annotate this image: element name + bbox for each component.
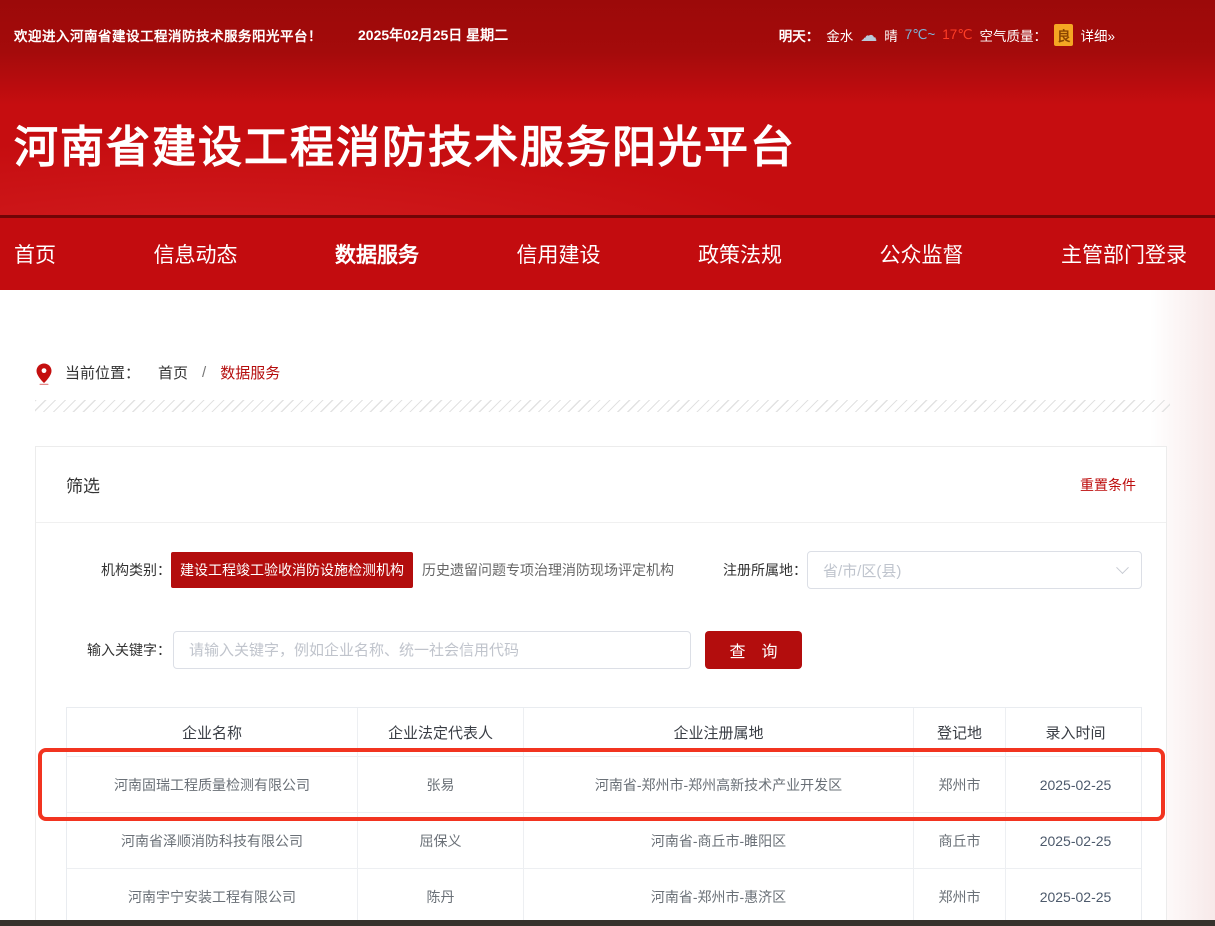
page-body: 当前位置： 首页 / 数据服务 筛选 重置条件 机构类别： 建设工程竣工验收消防… xyxy=(0,290,1215,920)
cell-reg-city: 郑州市 xyxy=(914,757,1006,812)
site-title: 河南省建设工程消防技术服务阳光平台 xyxy=(14,111,796,175)
search-button[interactable]: 查 询 xyxy=(705,631,802,669)
main-nav: 首页 信息动态 数据服务 信用建设 政策法规 公众监督 主管部门登录 xyxy=(0,215,1215,290)
weather-district: 金水 xyxy=(826,25,853,45)
filter-card-body: 机构类别： 建设工程竣工验收消防设施检测机构 历史遗留问题专项治理消防现场评定机… xyxy=(36,523,1166,924)
region-label: 注册所属地： xyxy=(723,560,807,580)
banner: 河南省建设工程消防技术服务阳光平台 xyxy=(0,70,1215,215)
reset-filters-link[interactable]: 重置条件 xyxy=(1080,475,1136,495)
cell-region: 河南省-郑州市-惠济区 xyxy=(524,869,914,924)
weather-temp-low: 7℃~ xyxy=(905,27,936,43)
aqi-label: 空气质量： xyxy=(979,25,1047,45)
nav-item-data-service[interactable]: 数据服务 xyxy=(335,239,419,269)
breadcrumb-current[interactable]: 数据服务 xyxy=(220,362,280,383)
slash-divider xyxy=(35,400,1170,412)
nav-item-news[interactable]: 信息动态 xyxy=(154,239,238,269)
region-select-placeholder: 省/市/区(县) xyxy=(823,560,901,581)
cloud-icon: ☁ xyxy=(860,27,877,44)
filter-card-header: 筛选 重置条件 xyxy=(36,447,1166,523)
column-header-reg-city: 登记地 xyxy=(914,708,1006,756)
table-row: 河南固瑞工程质量检测有限公司 张易 河南省-郑州市-郑州高新技术产业开发区 郑州… xyxy=(67,756,1141,812)
cell-reg-city: 郑州市 xyxy=(914,869,1006,924)
welcome-text: 欢迎进入河南省建设工程消防技术服务阳光平台！ xyxy=(14,25,322,45)
category-option-selected[interactable]: 建设工程竣工验收消防设施检测机构 xyxy=(171,552,413,588)
filter-card: 筛选 重置条件 机构类别： 建设工程竣工验收消防设施检测机构 历史遗留问题专项治… xyxy=(35,446,1167,925)
nav-item-admin-login[interactable]: 主管部门登录 xyxy=(1061,239,1187,269)
breadcrumb-separator: / xyxy=(202,364,206,381)
column-header-region: 企业注册属地 xyxy=(524,708,914,756)
weather-condition: 晴 xyxy=(884,25,898,45)
results-table: 企业名称 企业法定代表人 企业注册属地 登记地 录入时间 河南固瑞工程质量检测有… xyxy=(66,707,1142,924)
table-header-row: 企业名称 企业法定代表人 企业注册属地 登记地 录入时间 xyxy=(67,708,1141,756)
cell-entry-date: 2025-02-25 xyxy=(1006,813,1145,868)
cell-entry-date: 2025-02-25 xyxy=(1006,757,1145,812)
region-filter-group: 注册所属地： 省/市/区(县) xyxy=(723,551,1142,589)
chevron-down-icon xyxy=(1116,561,1129,574)
topbar: 欢迎进入河南省建设工程消防技术服务阳光平台！ 2025年02月25日 星期二 明… xyxy=(0,0,1215,70)
keyword-label: 输入关键字： xyxy=(66,640,171,660)
filter-title: 筛选 xyxy=(66,472,100,497)
cell-entry-date: 2025-02-25 xyxy=(1006,869,1145,924)
cell-company-name: 河南固瑞工程质量检测有限公司 xyxy=(67,757,358,812)
cell-region: 河南省-商丘市-睢阳区 xyxy=(524,813,914,868)
nav-item-home[interactable]: 首页 xyxy=(14,239,56,269)
keyword-input[interactable] xyxy=(173,631,691,669)
nav-item-credit[interactable]: 信用建设 xyxy=(517,239,601,269)
keyword-filter-row: 输入关键字： 查 询 xyxy=(66,631,1142,669)
column-header-legal-rep: 企业法定代表人 xyxy=(358,708,524,756)
cell-company-name: 河南宇宁安装工程有限公司 xyxy=(67,869,358,924)
region-select[interactable]: 省/市/区(县) xyxy=(807,551,1142,589)
category-option-unselected[interactable]: 历史遗留问题专项治理消防现场评定机构 xyxy=(422,560,674,580)
cell-legal-rep: 陈丹 xyxy=(358,869,524,924)
weather-detail-link[interactable]: 详细» xyxy=(1080,25,1115,45)
cell-reg-city: 商丘市 xyxy=(914,813,1006,868)
cell-legal-rep: 张易 xyxy=(358,757,524,812)
category-label: 机构类别： xyxy=(66,560,171,580)
cell-legal-rep: 屈保义 xyxy=(358,813,524,868)
cell-company-name: 河南省泽顺消防科技有限公司 xyxy=(67,813,358,868)
breadcrumb-home[interactable]: 首页 xyxy=(158,362,188,383)
weather-tomorrow-label: 明天： xyxy=(779,25,820,45)
nav-item-policy[interactable]: 政策法规 xyxy=(698,239,782,269)
category-filter-row: 机构类别： 建设工程竣工验收消防设施检测机构 历史遗留问题专项治理消防现场评定机… xyxy=(66,551,1142,589)
column-header-company: 企业名称 xyxy=(67,708,358,756)
column-header-entry-date: 录入时间 xyxy=(1006,708,1145,756)
location-pin-icon xyxy=(35,362,53,386)
cell-region: 河南省-郑州市-郑州高新技术产业开发区 xyxy=(524,757,914,812)
weather-widget: 明天： 金水 ☁ 晴 7℃~ 17℃ 空气质量： 良 详细» xyxy=(779,24,1215,46)
site-header: 欢迎进入河南省建设工程消防技术服务阳光平台！ 2025年02月25日 星期二 明… xyxy=(0,0,1215,215)
bottom-window-edge xyxy=(0,920,1215,926)
breadcrumb-label: 当前位置： xyxy=(65,362,140,383)
weather-temp-high: 17℃ xyxy=(942,27,972,43)
table-row: 河南省泽顺消防科技有限公司 屈保义 河南省-商丘市-睢阳区 商丘市 2025-0… xyxy=(67,812,1141,868)
table-row: 河南宇宁安装工程有限公司 陈丹 河南省-郑州市-惠济区 郑州市 2025-02-… xyxy=(67,868,1141,924)
nav-item-supervision[interactable]: 公众监督 xyxy=(880,239,964,269)
aqi-badge: 良 xyxy=(1054,24,1074,46)
breadcrumb: 当前位置： 首页 / 数据服务 xyxy=(0,290,1215,384)
date-text: 2025年02月25日 星期二 xyxy=(358,25,508,45)
